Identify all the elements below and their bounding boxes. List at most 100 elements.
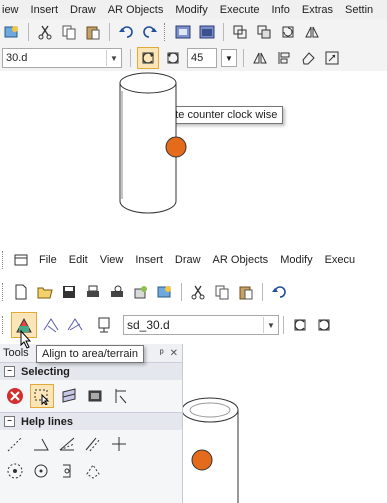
window-icon[interactable] — [197, 22, 217, 42]
cut-icon[interactable] — [188, 282, 208, 302]
toolbar-grip[interactable] — [2, 283, 6, 301]
chevron-down-icon[interactable]: ▼ — [106, 50, 121, 66]
angle-value: 45 — [191, 52, 204, 64]
menu-item-settings[interactable]: Settin — [339, 4, 379, 16]
menu-item-ar-objects[interactable]: AR Objects — [102, 4, 170, 16]
select-all-icon[interactable] — [84, 385, 106, 407]
toolbar-grip[interactable] — [2, 251, 6, 269]
separator — [109, 23, 110, 41]
menu-item-modify[interactable]: Modify — [169, 4, 213, 16]
section-selecting[interactable]: − Selecting — [0, 362, 182, 380]
separator — [181, 283, 182, 301]
menu-item-draw[interactable]: Draw — [169, 254, 207, 266]
collapse-icon[interactable]: − — [4, 366, 15, 377]
save-icon[interactable] — [59, 282, 79, 302]
collapse-icon[interactable]: − — [4, 416, 15, 427]
wizard-icon[interactable] — [2, 22, 22, 42]
angle-combo[interactable]: 45 — [187, 48, 217, 68]
help-line-icon[interactable] — [4, 433, 26, 455]
menu-item-file[interactable]: File — [33, 254, 63, 266]
top-standard-toolbar — [0, 19, 387, 45]
toolbar-grip[interactable] — [164, 23, 168, 41]
select-area-icon[interactable] — [41, 315, 61, 335]
select-by-attribute-icon[interactable] — [110, 385, 132, 407]
help-line-bisector-icon[interactable] — [56, 433, 78, 455]
help-line-tools-row2 — [0, 458, 182, 484]
toolbar-grip[interactable] — [2, 316, 6, 334]
menu-item-extras[interactable]: Extras — [296, 4, 339, 16]
top-menubar: iew Insert Draw AR Objects Modify Execut… — [0, 0, 387, 19]
angle-dropdown-chevron-icon[interactable]: ▼ — [221, 49, 237, 67]
eraser-icon[interactable] — [298, 48, 318, 68]
paste-icon[interactable] — [236, 282, 256, 302]
resize-icon[interactable] — [322, 48, 342, 68]
menu-item-modify[interactable]: Modify — [274, 254, 318, 266]
tooltip-align-terrain: Align to area/terrain — [36, 345, 144, 363]
separator — [283, 316, 284, 334]
rotate-cw-button[interactable] — [163, 48, 183, 68]
menu-item-draw[interactable]: Draw — [64, 4, 102, 16]
rotate-object-icon[interactable] — [278, 22, 298, 42]
cut-icon[interactable] — [35, 22, 55, 42]
redo-icon[interactable] — [140, 22, 160, 42]
menu-item-ar-objects[interactable]: AR Objects — [207, 254, 275, 266]
open-folder-icon[interactable] — [35, 282, 55, 302]
rotate-ccw-button[interactable] — [137, 47, 159, 69]
select-layers-icon[interactable] — [58, 385, 80, 407]
pin-icon[interactable]: ᵖ — [160, 348, 164, 359]
close-icon[interactable]: ✕ — [170, 348, 178, 359]
menu-item-info[interactable]: Info — [266, 4, 296, 16]
rotate-ccw-icon[interactable] — [290, 315, 310, 335]
properties-icon[interactable] — [131, 282, 151, 302]
file-combo[interactable]: 30.d ▼ — [2, 48, 122, 68]
bottom-viewport-cylinder — [181, 397, 239, 503]
rotate-cw-icon[interactable] — [314, 315, 334, 335]
mirror-icon[interactable] — [302, 22, 322, 42]
help-circle-icon[interactable] — [4, 460, 26, 482]
copy-object-icon[interactable] — [230, 22, 250, 42]
top-object-toolbar: 30.d ▼ 45 ▼ — [0, 45, 387, 71]
select-terrain-icon[interactable] — [65, 315, 85, 335]
menu-item-execute[interactable]: Execu — [319, 254, 362, 266]
undo-icon[interactable] — [269, 282, 289, 302]
menu-item-view[interactable]: View — [94, 254, 130, 266]
section-help-lines[interactable]: − Help lines — [0, 412, 182, 430]
section-label: Selecting — [21, 365, 70, 378]
help-line-perpendicular-icon[interactable] — [108, 433, 130, 455]
copy-icon[interactable] — [212, 282, 232, 302]
top-viewport-cylinder — [119, 72, 187, 214]
cursor-icon — [20, 329, 32, 353]
help-line-angle-icon[interactable] — [30, 433, 52, 455]
file-combo[interactable]: sd_30.d ▼ — [123, 315, 279, 335]
file-combo-value: 30.d — [6, 52, 28, 64]
print-icon[interactable] — [83, 282, 103, 302]
menu-item-execute[interactable]: Execute — [214, 4, 266, 16]
object-snap-icon[interactable] — [95, 315, 115, 335]
menu-item-insert[interactable]: Insert — [25, 4, 65, 16]
help-polygon-icon[interactable] — [82, 460, 104, 482]
help-arc-icon[interactable] — [56, 460, 78, 482]
move-object-icon[interactable] — [254, 22, 274, 42]
menu-item-edit[interactable]: Edit — [63, 254, 94, 266]
chevron-down-icon[interactable]: ▼ — [263, 317, 278, 333]
layer-icon[interactable] — [173, 22, 193, 42]
separator — [130, 49, 131, 67]
select-window-icon[interactable] — [30, 384, 54, 408]
help-center-icon[interactable] — [30, 460, 52, 482]
app-icon[interactable] — [11, 250, 31, 270]
help-line-parallel-icon[interactable] — [82, 433, 104, 455]
cancel-selection-icon[interactable] — [4, 385, 26, 407]
align-icon[interactable] — [274, 48, 294, 68]
wizard-icon[interactable] — [155, 282, 175, 302]
new-file-icon[interactable] — [11, 282, 31, 302]
paste-icon[interactable] — [83, 22, 103, 42]
print-preview-icon[interactable] — [107, 282, 127, 302]
separator — [223, 23, 224, 41]
menu-item[interactable]: iew — [0, 4, 25, 16]
mirror-horizontal-icon[interactable] — [250, 48, 270, 68]
tools-panel: Tools ᵖ ✕ − Selecting − Help lines — [0, 344, 183, 503]
separator — [262, 283, 263, 301]
menu-item-insert[interactable]: Insert — [129, 254, 169, 266]
undo-icon[interactable] — [116, 22, 136, 42]
copy-icon[interactable] — [59, 22, 79, 42]
